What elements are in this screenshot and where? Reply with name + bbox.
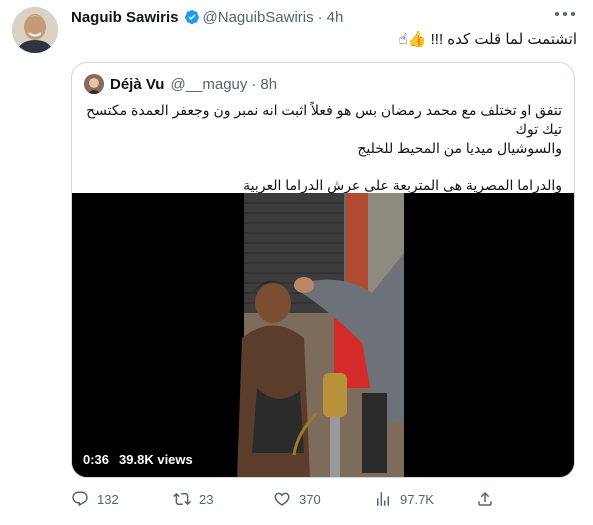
quoted-text: تتفق او تختلف مع محمد رمضان بس هو فعلاً … <box>84 101 562 195</box>
quoted-avatar[interactable] <box>84 74 104 94</box>
video-player[interactable]: 0:36 39.8K views <box>72 193 574 477</box>
share-button[interactable] <box>476 490 502 508</box>
quoted-line-2: والسوشيال ميديا من المحيط للخليج <box>357 140 562 156</box>
verified-badge-icon <box>184 10 199 25</box>
author-avatar[interactable] <box>12 7 58 53</box>
more-icon[interactable] <box>555 12 575 18</box>
header-separator: · <box>317 8 323 26</box>
quoted-tweet[interactable]: Déjà Vu @__maguy · 8h تتفق او تختلف مع م… <box>71 62 575 478</box>
author-name[interactable]: Naguib Sawiris <box>71 9 179 26</box>
tweet-timestamp[interactable]: 4h <box>327 9 344 26</box>
quoted-separator: · <box>251 75 257 93</box>
views-button[interactable]: 97.7K <box>374 490 434 508</box>
quoted-author-name[interactable]: Déjà Vu <box>110 76 164 93</box>
quoted-line-1: تتفق او تختلف مع محمد رمضان بس هو فعلاً … <box>86 102 562 137</box>
tweet-emoji: 👍☝ <box>398 30 427 48</box>
tweet-text: اتشتمت لما قلت كده !!! 👍☝ <box>399 30 577 48</box>
reply-button[interactable]: 132 <box>71 490 119 508</box>
quoted-author-handle[interactable]: @__maguy <box>170 76 247 93</box>
author-handle[interactable]: @NaguibSawiris <box>203 9 314 26</box>
quoted-header: Déjà Vu @__maguy · 8h <box>84 74 277 94</box>
video-frame <box>72 193 574 477</box>
video-duration: 0:36 <box>83 452 110 467</box>
share-icon <box>478 491 492 506</box>
quoted-timestamp[interactable]: 8h <box>260 76 277 93</box>
tweet-header: Naguib Sawiris @NaguibSawiris · 4h <box>71 8 343 26</box>
like-button[interactable]: 370 <box>273 490 321 508</box>
retweet-button[interactable]: 23 <box>173 490 213 508</box>
views-count: 97.7K <box>400 491 434 507</box>
retweet-count: 23 <box>199 491 214 507</box>
tweet-body: اتشتمت لما قلت كده !!! <box>426 31 577 48</box>
tweet-actions: 132 23 370 97.7K <box>71 490 571 510</box>
like-count: 370 <box>299 491 321 507</box>
views-icon <box>377 492 389 506</box>
video-stats: 0:36 39.8K views <box>83 452 193 467</box>
reply-count: 132 <box>97 491 119 507</box>
retweet-icon <box>173 492 191 506</box>
reply-icon <box>72 491 88 507</box>
like-icon <box>274 492 290 506</box>
video-views: 39.8K views <box>119 452 193 467</box>
